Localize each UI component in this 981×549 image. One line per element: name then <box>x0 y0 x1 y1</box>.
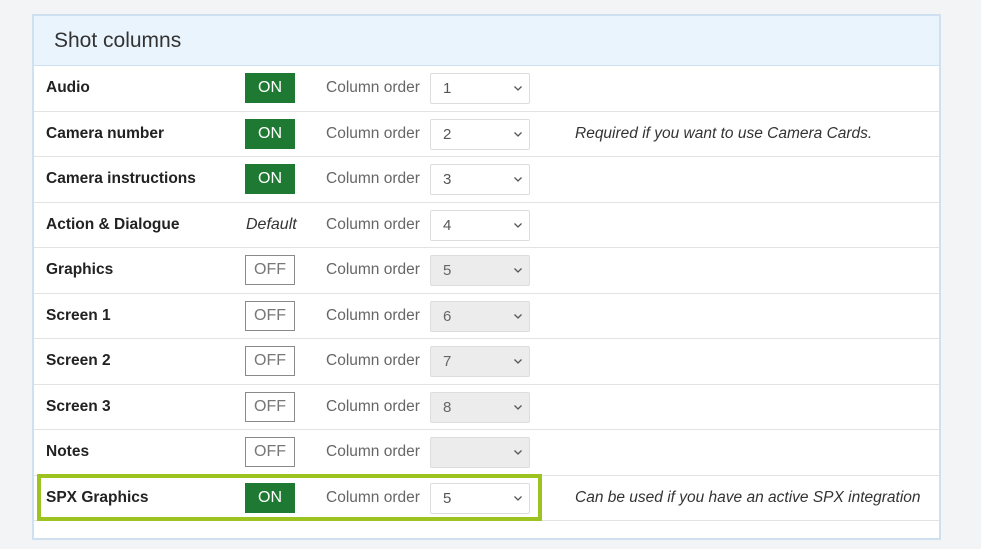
graphics-toggle-button[interactable]: OFF <box>245 255 295 285</box>
spx-graphics-note: Can be used if you have an active SPX in… <box>575 488 921 506</box>
column-order-label: Column order <box>326 124 420 142</box>
column-order-value: 1 <box>443 80 452 97</box>
spx-graphics-column-order-select[interactable]: 5 <box>430 482 530 514</box>
spx-graphics-toggle-button[interactable]: ON <box>245 482 295 513</box>
notes-column-order-select[interactable] <box>430 437 530 468</box>
chevron-down-icon <box>514 268 522 273</box>
screen-3-column-order-select[interactable]: 8 <box>430 391 530 423</box>
chevron-down-icon <box>514 222 522 228</box>
graphics-column-order-select[interactable]: 5 <box>430 255 530 286</box>
chevron-down-icon <box>514 86 522 91</box>
default-label: Default <box>246 215 297 233</box>
screen-1-toggle-button[interactable]: OFF <box>245 300 295 331</box>
column-row-screen-3: Screen 3 OFF Column order 8 <box>34 385 939 430</box>
column-order-value: 5 <box>443 262 452 279</box>
screen-3-toggle-button[interactable]: OFF <box>245 391 295 422</box>
column-order-label: Column order <box>326 306 420 324</box>
column-row-audio: Audio ON Column order 1 <box>34 66 939 112</box>
column-row-action-and-dialogue: Action & Dialogue Default Column order 4 <box>34 203 939 248</box>
column-order-label: Column order <box>326 488 420 506</box>
audio-toggle-button[interactable]: ON <box>245 73 295 103</box>
column-row-camera-number: Camera number ON Column order 2 Required if … <box>34 112 939 157</box>
column-name: Graphics <box>46 261 114 278</box>
column-name: SPX Graphics <box>46 488 149 506</box>
column-name: Camera instructions <box>46 170 196 187</box>
column-name: Audio <box>46 79 90 96</box>
chevron-down-icon <box>514 177 522 182</box>
screen-2-toggle-button[interactable]: OFF <box>245 346 295 376</box>
shot-columns-panel: Shot columns Audio ON Column order 1 Camera … <box>32 14 941 540</box>
shot-columns-list: Audio ON Column order 1 Camera number ON Colum… <box>34 66 939 521</box>
column-order-label: Column order <box>326 352 420 369</box>
audio-column-order-select[interactable]: 1 <box>430 73 530 104</box>
column-order-value: 4 <box>443 216 452 234</box>
column-order-value: 7 <box>443 353 452 370</box>
column-row-screen-2: Screen 2 OFF Column order 7 <box>34 339 939 385</box>
column-order-label: Column order <box>326 79 420 96</box>
chevron-down-icon <box>514 359 522 364</box>
column-name: Screen 2 <box>46 352 111 369</box>
camera-instructions-toggle-button[interactable]: ON <box>245 164 295 194</box>
camera-instructions-column-order-select[interactable]: 3 <box>430 164 530 195</box>
column-row-camera-instructions: Camera instructions ON Column order 3 <box>34 157 939 203</box>
column-order-label: Column order <box>326 215 420 233</box>
column-name: Screen 1 <box>46 306 111 324</box>
column-order-label: Column order <box>326 170 420 187</box>
column-row-screen-1: Screen 1 OFF Column order 6 <box>34 294 939 339</box>
chevron-down-icon <box>514 131 522 137</box>
screen-1-column-order-select[interactable]: 6 <box>430 300 530 332</box>
action-and-dialogue-column-order-select[interactable]: 4 <box>430 209 530 241</box>
column-order-value: 3 <box>443 171 452 188</box>
camera-number-column-order-select[interactable]: 2 <box>430 118 530 150</box>
panel-title: Shot columns <box>54 28 182 52</box>
column-name: Camera number <box>46 124 165 142</box>
chevron-down-icon <box>514 450 522 455</box>
chevron-down-icon <box>514 495 522 501</box>
notes-toggle-button[interactable]: OFF <box>245 437 295 467</box>
camera-number-toggle-button[interactable]: ON <box>245 118 295 149</box>
camera-number-note: Required if you want to use Camera Cards… <box>575 124 873 142</box>
column-row-graphics: Graphics OFF Column order 5 <box>34 248 939 294</box>
column-order-label: Column order <box>326 443 420 460</box>
column-order-value: 6 <box>443 307 452 325</box>
column-order-value: 5 <box>443 489 452 507</box>
column-order-label: Column order <box>326 261 420 278</box>
chevron-down-icon <box>514 404 522 410</box>
chevron-down-icon <box>514 313 522 319</box>
column-name: Screen 3 <box>46 397 111 415</box>
column-order-value: 2 <box>443 125 452 143</box>
column-row-notes: Notes OFF Column order <box>34 430 939 476</box>
column-name: Action & Dialogue <box>46 215 180 233</box>
column-order-value: 8 <box>443 398 452 416</box>
column-order-label: Column order <box>326 397 420 415</box>
screen-2-column-order-select[interactable]: 7 <box>430 346 530 377</box>
column-name: Notes <box>46 443 90 460</box>
panel-header: Shot columns <box>34 16 939 66</box>
column-row-spx-graphics: SPX Graphics ON Column order 5 Can be used i… <box>34 476 939 521</box>
